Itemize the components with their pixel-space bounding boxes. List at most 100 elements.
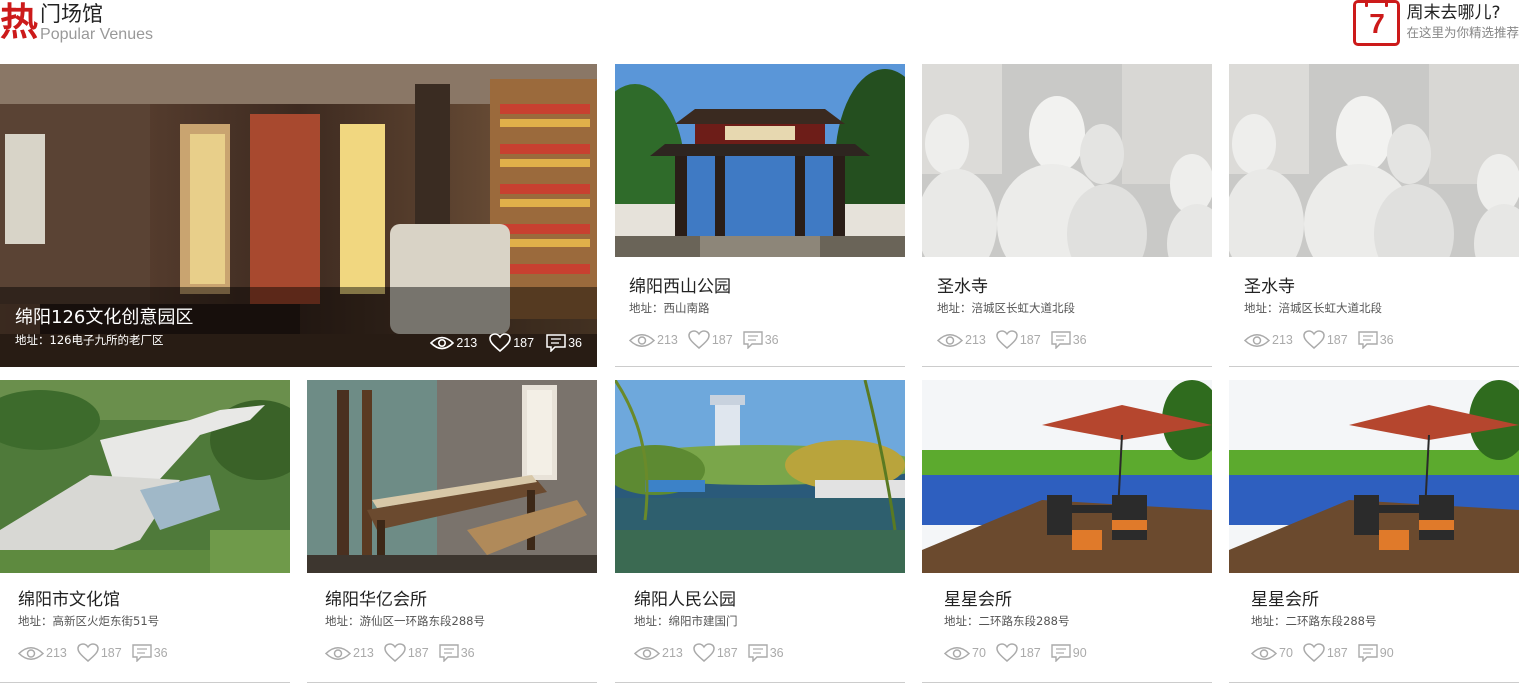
likes-count: 187 xyxy=(1326,333,1348,347)
comments-count: 36 xyxy=(1072,333,1087,347)
likes-count: 187 xyxy=(1326,646,1348,660)
views-stat: 213 xyxy=(629,333,678,348)
eye-icon xyxy=(944,646,970,660)
views-stat: 213 xyxy=(430,336,477,350)
eye-icon xyxy=(937,333,963,347)
eye-icon xyxy=(634,646,660,660)
heart-icon xyxy=(489,333,512,353)
weekend-subtitle: 在这里为你精选推荐 xyxy=(1406,25,1519,40)
eye-icon xyxy=(430,336,455,350)
venue-address: 地址：西山南路 xyxy=(629,301,710,315)
featured-overlay: 绵阳126文化创意园区 地址：126电子九所的老厂区 213 187 36 xyxy=(0,287,597,367)
comments-count: 90 xyxy=(1072,646,1087,660)
likes-stat[interactable]: 187 xyxy=(693,643,738,663)
venue-card[interactable]: 绵阳华亿会所 地址：游仙区一环路东段288号 213 187 36 xyxy=(307,380,597,683)
views-count: 213 xyxy=(657,333,678,347)
comment-icon xyxy=(546,334,566,352)
section-subtitle: Popular Venues xyxy=(40,26,153,43)
eye-icon xyxy=(629,333,655,347)
views-count: 213 xyxy=(353,646,374,660)
likes-count: 187 xyxy=(513,336,535,350)
eye-icon xyxy=(18,646,44,660)
views-stat: 70 xyxy=(1251,646,1293,661)
likes-stat[interactable]: 187 xyxy=(688,330,733,350)
views-stat: 70 xyxy=(944,646,986,661)
venue-photo-lake-park xyxy=(615,380,905,573)
venue-name: 圣水寺 xyxy=(937,277,988,297)
views-count: 213 xyxy=(456,336,478,350)
comments-stat[interactable]: 36 xyxy=(1051,331,1087,349)
venue-photo-terrace xyxy=(1229,380,1519,573)
venue-photo-gate xyxy=(615,64,905,257)
venue-card[interactable]: 绵阳人民公园 地址：绵阳市建国门 213 187 36 xyxy=(615,380,905,683)
likes-stat[interactable]: 187 xyxy=(996,643,1041,663)
views-stat: 213 xyxy=(634,646,683,661)
featured-venue-card[interactable]: 绵阳126文化创意园区 地址：126电子九所的老厂区 213 187 36 xyxy=(0,64,597,367)
views-count: 70 xyxy=(1279,646,1293,660)
views-count: 70 xyxy=(972,646,986,660)
venue-card[interactable]: 圣水寺 地址：涪城区长虹大道北段 213 187 36 xyxy=(922,64,1212,367)
views-stat: 213 xyxy=(1244,333,1293,348)
comments-count: 36 xyxy=(764,333,779,347)
venue-name: 绵阳人民公园 xyxy=(634,590,736,610)
likes-stat[interactable]: 187 xyxy=(996,330,1041,350)
venue-card[interactable]: 星星会所 地址：二环路东段288号 70 187 90 xyxy=(922,380,1212,683)
venue-photo-tea-room xyxy=(307,380,597,573)
comments-count: 36 xyxy=(1379,333,1394,347)
venue-card[interactable]: 圣水寺 地址：涪城区长虹大道北段 213 187 36 xyxy=(1229,64,1519,367)
venue-info: 绵阳西山公园 地址：西山南路 213 187 36 xyxy=(615,257,905,367)
comments-stat[interactable]: 36 xyxy=(748,644,784,662)
venue-card[interactable]: 星星会所 地址：二环路东段288号 70 187 90 xyxy=(1229,380,1519,683)
section-header: 热 门场馆 Popular Venues xyxy=(0,0,153,46)
venue-info: 圣水寺 地址：涪城区长虹大道北段 213 187 36 xyxy=(1229,257,1519,367)
venue-photo-culture-hall xyxy=(0,380,290,573)
comment-icon xyxy=(1358,331,1378,349)
venue-card[interactable]: 绵阳市文化馆 地址：高新区火炬东街51号 213 187 36 xyxy=(0,380,290,683)
comment-icon xyxy=(1051,644,1071,662)
comments-stat[interactable]: 90 xyxy=(1358,644,1394,662)
views-count: 213 xyxy=(46,646,67,660)
venue-name: 绵阳华亿会所 xyxy=(325,590,427,610)
section-title: 门场馆 xyxy=(40,2,104,26)
comments-stat[interactable]: 36 xyxy=(1358,331,1394,349)
hot-logo-char: 热 xyxy=(0,0,38,44)
venue-card[interactable]: 绵阳西山公园 地址：西山南路 213 187 36 xyxy=(615,64,905,367)
venue-info: 绵阳华亿会所 地址：游仙区一环路东段288号 213 187 36 xyxy=(307,573,597,683)
likes-count: 187 xyxy=(1019,646,1041,660)
heart-icon xyxy=(693,643,715,662)
heart-icon xyxy=(384,643,406,662)
comments-stat[interactable]: 36 xyxy=(743,331,779,349)
comment-icon xyxy=(1358,644,1378,662)
comments-count: 36 xyxy=(153,646,168,660)
venue-name: 绵阳西山公园 xyxy=(629,277,731,297)
likes-stat[interactable]: 187 xyxy=(1303,330,1348,350)
venue-info: 绵阳市文化馆 地址：高新区火炬东街51号 213 187 36 xyxy=(0,573,290,683)
likes-stat[interactable]: 187 xyxy=(489,333,534,353)
views-stat: 213 xyxy=(325,646,374,661)
comments-count: 36 xyxy=(460,646,475,660)
comments-stat[interactable]: 90 xyxy=(1051,644,1087,662)
heart-icon xyxy=(1303,643,1325,662)
venue-info: 星星会所 地址：二环路东段288号 70 187 90 xyxy=(1229,573,1519,683)
venue-address: 地址：涪城区长虹大道北段 xyxy=(1244,301,1382,315)
eye-icon xyxy=(325,646,351,660)
comments-count: 90 xyxy=(1379,646,1394,660)
comments-stat[interactable]: 36 xyxy=(546,334,582,352)
likes-count: 187 xyxy=(1019,333,1041,347)
comments-stat[interactable]: 36 xyxy=(132,644,168,662)
views-stat: 213 xyxy=(18,646,67,661)
venue-name: 绵阳126文化创意园区 xyxy=(15,307,194,328)
venue-address: 地址：涪城区长虹大道北段 xyxy=(937,301,1075,315)
likes-stat[interactable]: 187 xyxy=(1303,643,1348,663)
likes-stat[interactable]: 187 xyxy=(77,643,122,663)
comment-icon xyxy=(743,331,763,349)
likes-stat[interactable]: 187 xyxy=(384,643,429,663)
venue-photo-buddha xyxy=(922,64,1212,257)
venue-name: 星星会所 xyxy=(944,590,1012,610)
comments-stat[interactable]: 36 xyxy=(439,644,475,662)
weekend-link[interactable]: 7 周末去哪儿? 在这里为你精选推荐 xyxy=(1353,0,1519,48)
venue-address: 地址：游仙区一环路东段288号 xyxy=(325,614,485,628)
calendar-number: 7 xyxy=(1369,8,1385,39)
venue-info: 绵阳人民公园 地址：绵阳市建国门 213 187 36 xyxy=(615,573,905,683)
weekend-title: 周末去哪儿? xyxy=(1406,3,1501,23)
